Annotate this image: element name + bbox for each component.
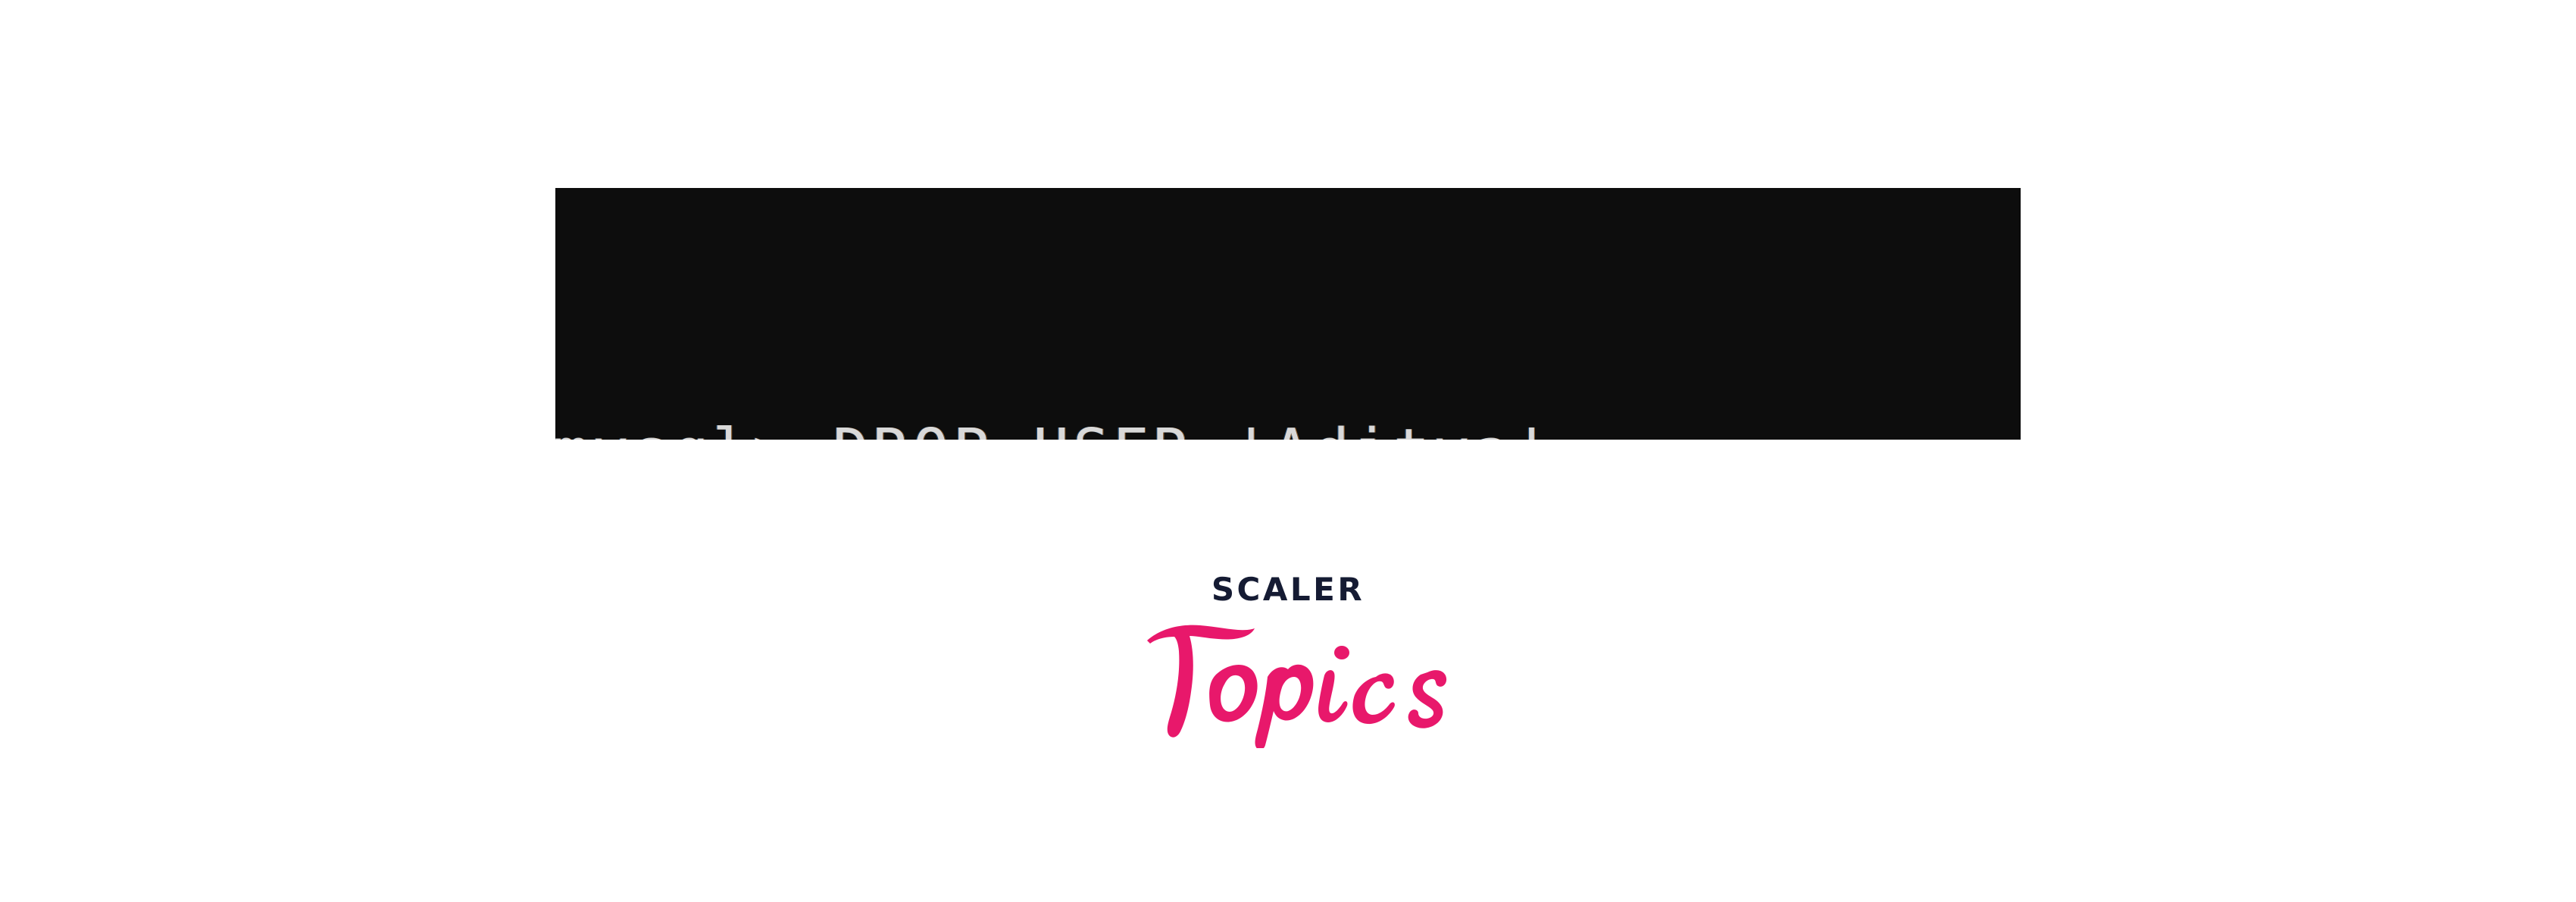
scaler-wordmark: SCALER <box>1211 571 1365 608</box>
scaler-topics-logo: SCALER <box>1121 572 1455 754</box>
terminal-output: mysql> DROP USER 'Aditya'; Query OK, 0 r… <box>555 188 2021 440</box>
terminal-line-command: mysql> DROP USER 'Aditya'; <box>555 421 1593 440</box>
screenshot-canvas: mysql> DROP USER 'Aditya'; Query OK, 0 r… <box>0 0 2576 902</box>
terminal-window: mysql> DROP USER 'Aditya'; Query OK, 0 r… <box>555 188 2021 440</box>
topics-script-icon <box>1147 625 1447 748</box>
topics-script-wordmark <box>1121 612 1455 748</box>
